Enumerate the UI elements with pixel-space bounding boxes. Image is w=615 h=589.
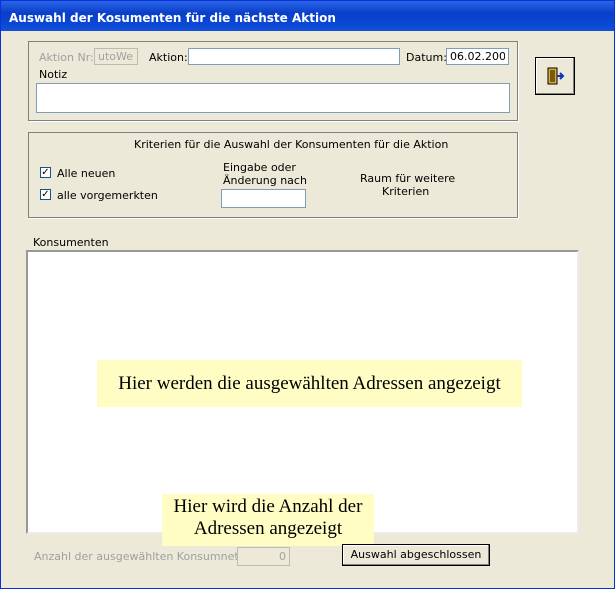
window-title: Auswahl der Kosumenten für die nächste A…: [9, 11, 336, 25]
notiz-label: Notiz: [39, 68, 68, 81]
criteria-title: Kriterien für die Auswahl der Konsumente…: [134, 138, 449, 151]
datum-field[interactable]: [446, 48, 509, 65]
exit-button[interactable]: [535, 57, 575, 95]
aktion-nr-field[interactable]: [94, 48, 138, 65]
konsumenten-label: Konsumenten: [33, 236, 109, 249]
addresses-note: Hier werden die ausgewählten Adressen an…: [97, 360, 522, 407]
auswahl-abgeschlossen-button[interactable]: Auswahl abgeschlossen: [342, 544, 490, 566]
eingabe-label-2: Änderung nach: [223, 174, 307, 187]
alle-neuen-label: Alle neuen: [57, 167, 116, 180]
count-field[interactable]: [237, 547, 290, 566]
aktion-label: Aktion:: [149, 51, 188, 64]
raum-label-2: Kriterien: [382, 185, 430, 198]
aktion-field[interactable]: [188, 48, 400, 65]
alle-vorgemerkten-label: alle vorgemerkten: [57, 189, 158, 202]
alle-neuen-checkbox[interactable]: ✓: [40, 167, 51, 178]
title-bar: Auswahl der Kosumenten für die nächste A…: [1, 1, 614, 31]
count-note-line-2: Adressen angezeigt: [193, 518, 343, 539]
count-note: Hier wird die Anzahl der Adressen angeze…: [162, 494, 374, 546]
count-note-line-1: Hier wird die Anzahl der: [173, 496, 363, 517]
eingabe-label-1: Eingabe oder: [223, 161, 296, 174]
dialog-window: Auswahl der Kosumenten für die nächste A…: [0, 0, 615, 589]
door-exit-icon: [547, 67, 565, 85]
aktion-nr-label: Aktion Nr:: [39, 51, 94, 64]
datum-label: Datum:: [406, 51, 447, 64]
eingabe-field[interactable]: [221, 189, 306, 208]
notiz-field[interactable]: [36, 83, 510, 113]
alle-vorgemerkten-checkbox[interactable]: ✓: [40, 189, 51, 200]
count-label: Anzahl der ausgewählten Konsumneten: [34, 550, 253, 563]
raum-label-1: Raum für weitere: [360, 172, 456, 185]
